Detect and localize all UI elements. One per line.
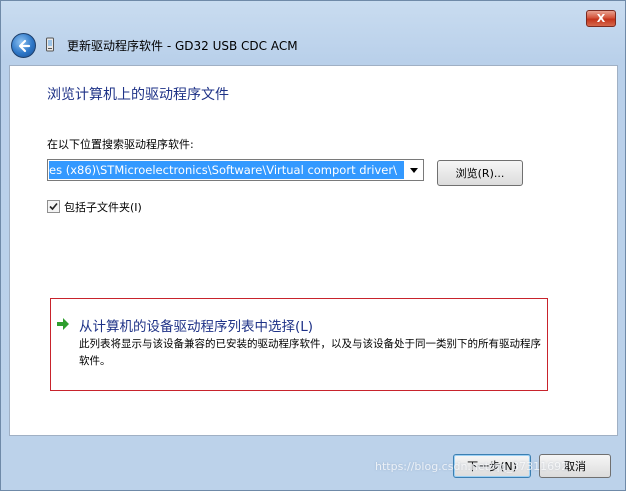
checkmark-icon [49, 202, 58, 211]
device-wizard-icon [46, 37, 54, 52]
page-heading: 浏览计算机上的驱动程序文件 [47, 87, 229, 103]
browse-button[interactable]: 浏览(R)... [437, 160, 523, 186]
dialog-window: X 更新驱动程序软件 - GD32 USB CDC ACM 浏览计算机上的驱动程… [0, 0, 626, 491]
pick-from-list-link[interactable]: 从计算机的设备驱动程序列表中选择(L) [79, 315, 313, 335]
pick-from-list-option[interactable]: 从计算机的设备驱动程序列表中选择(L) 此列表将显示与该设备兼容的已安装的驱动程… [50, 298, 548, 391]
path-value[interactable]: es (x86)\STMicroelectronics\Software\Vir… [49, 161, 404, 179]
path-value-text: es (x86)\STMicroelectronics\Software\Vir… [49, 163, 397, 177]
window-title: 更新驱动程序软件 - GD32 USB CDC ACM [67, 39, 298, 53]
close-button[interactable]: X [586, 10, 616, 27]
include-subfolders-label[interactable]: 包括子文件夹(I) [64, 199, 142, 215]
content-panel: 浏览计算机上的驱动程序文件 在以下位置搜索驱动程序软件: es (x86)\ST… [9, 65, 618, 436]
green-arrow-icon [57, 318, 69, 330]
chevron-down-icon [409, 167, 418, 173]
path-combobox[interactable]: es (x86)\STMicroelectronics\Software\Vir… [47, 159, 424, 181]
watermark-text: https://blog.csdn.net/qq_37311692 [375, 460, 569, 473]
pick-from-list-description: 此列表将显示与该设备兼容的已安装的驱动程序软件，以及与该设备处于同一类别下的所有… [79, 338, 541, 367]
back-arrow-icon [18, 39, 30, 52]
back-button[interactable] [11, 33, 36, 58]
include-subfolders-checkbox[interactable] [47, 200, 60, 213]
combo-dropdown-button[interactable] [404, 160, 423, 180]
close-icon: X [596, 12, 606, 25]
search-location-label: 在以下位置搜索驱动程序软件: [47, 138, 194, 151]
